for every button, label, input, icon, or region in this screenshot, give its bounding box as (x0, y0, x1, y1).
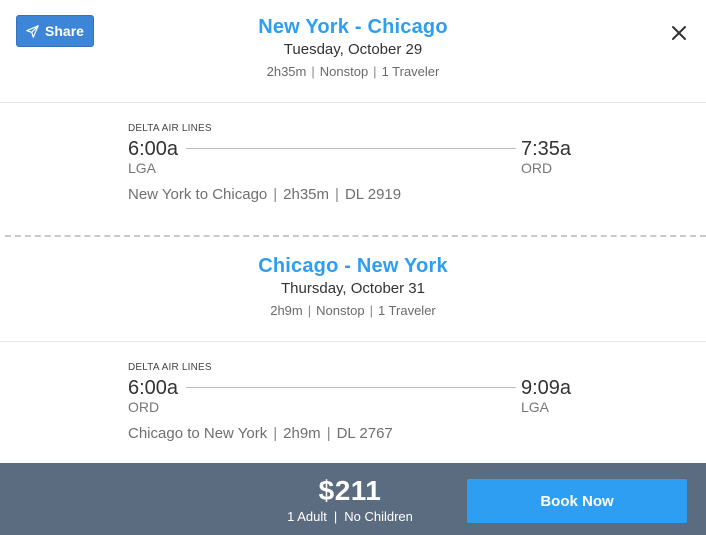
outbound-date: Tuesday, October 29 (283, 41, 423, 58)
adults-count: 1 Adult (287, 509, 327, 524)
passenger-summary: 1 Adult | No Children (287, 509, 413, 524)
flight-line (186, 148, 516, 149)
return-title: Chicago - New York (258, 255, 448, 277)
outbound-stops: Nonstop (319, 64, 369, 79)
outbound-depart-code: LGA (128, 160, 157, 176)
children-count: No Children (344, 509, 413, 524)
return-airline: DELTA AIR LINES (128, 362, 212, 373)
price-summary: $211 1 Adult | No Children (268, 475, 432, 524)
return-date: Thursday, October 31 (281, 280, 425, 297)
total-price: $211 (318, 475, 382, 506)
return-summary: Chicago to New York | 2h9m | DL 2767 (128, 425, 393, 442)
return-arrive-code: LGA (521, 399, 550, 415)
return-flight-number: DL 2767 (336, 425, 393, 442)
outbound-depart-time: 6:00a (128, 138, 179, 160)
outbound-travelers: 1 Traveler (381, 64, 440, 79)
outbound-summary: New York to Chicago | 2h35m | DL 2919 (128, 186, 402, 203)
return-seg-duration: 2h9m (283, 425, 321, 442)
leg-separator (5, 235, 706, 237)
return-stops: Nonstop (316, 303, 365, 318)
book-now-button[interactable]: Book Now (467, 479, 687, 523)
outbound-header: New York - Chicago Tuesday, October 29 2… (0, 16, 706, 79)
divider (0, 341, 706, 342)
outbound-airline: DELTA AIR LINES (128, 123, 212, 134)
return-duration: 2h9m (270, 303, 303, 318)
outbound-flight-number: DL 2919 (344, 186, 402, 203)
return-arrive-time: 9:09a (521, 377, 572, 399)
booking-footer: $211 1 Adult | No Children Book Now (0, 463, 706, 535)
outbound-seg-duration: 2h35m (283, 186, 330, 203)
outbound-meta: 2h35m | Nonstop | 1 Traveler (266, 64, 440, 79)
return-depart-time: 6:00a (128, 377, 179, 399)
outbound-arrive-code: ORD (521, 160, 553, 176)
return-meta: 2h9m | Nonstop | 1 Traveler (270, 303, 436, 318)
return-segment: DELTA AIR LINES 6:00a 9:09a ORD LGA Chic… (128, 362, 574, 442)
return-route: Chicago to New York (128, 425, 268, 442)
outbound-arrive-time: 7:35a (521, 138, 572, 160)
return-depart-code: ORD (128, 399, 160, 415)
outbound-segment: DELTA AIR LINES 6:00a 7:35a LGA ORD New … (128, 123, 574, 203)
return-travelers: 1 Traveler (377, 303, 436, 318)
flight-line (186, 387, 516, 388)
outbound-title: New York - Chicago (258, 16, 448, 38)
divider (0, 102, 706, 103)
outbound-duration: 2h35m (266, 64, 307, 79)
outbound-route: New York to Chicago (128, 186, 268, 203)
return-header: Chicago - New York Thursday, October 31 … (0, 255, 706, 318)
